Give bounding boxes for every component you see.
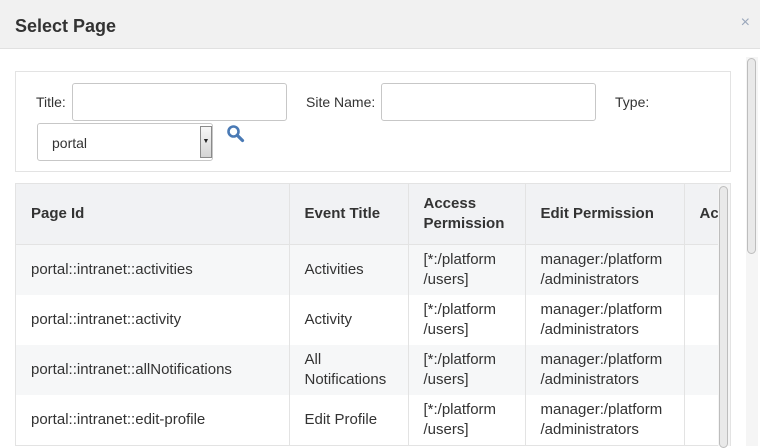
dialog-scrollbar-thumb[interactable] xyxy=(747,58,756,254)
cell-event-title: Activity xyxy=(289,295,409,345)
type-select[interactable]: portal ▼ xyxy=(37,123,213,161)
type-label: Type: xyxy=(615,94,650,110)
table-row[interactable]: portal::intranet::activity Activity [*:/… xyxy=(16,295,730,345)
close-icon[interactable]: × xyxy=(741,14,750,32)
type-select-value: portal xyxy=(52,135,88,151)
cell-page-id: portal::intranet::allNotifications xyxy=(16,345,290,395)
site-name-label: Site Name: xyxy=(306,94,376,110)
column-header-edit-permission[interactable]: Edit Permission xyxy=(525,184,685,245)
dialog-header: Select Page × xyxy=(0,0,760,49)
cell-access-permission: [*:/platform /users] xyxy=(408,244,526,295)
cell-page-id: portal::intranet::activities xyxy=(16,244,290,295)
site-name-input[interactable] xyxy=(381,83,596,121)
pages-table: Page Id Event Title Access Permission Ed… xyxy=(15,183,731,446)
cell-edit-permission: manager:/platform /administrators xyxy=(525,395,685,445)
dropdown-arrow-icon[interactable]: ▼ xyxy=(200,126,212,158)
cell-edit-permission: manager:/platform /administrators xyxy=(525,244,685,295)
column-header-page-id[interactable]: Page Id xyxy=(16,184,290,245)
search-form: Title: Site Name: Type: portal ▼ xyxy=(15,71,731,172)
cell-access-permission: [*:/platform /users] xyxy=(408,295,526,345)
title-label: Title: xyxy=(36,94,66,110)
table-scrollbar-thumb[interactable] xyxy=(719,186,728,448)
table-row[interactable]: portal::intranet::activities Activities … xyxy=(16,244,730,295)
cell-page-id: portal::intranet::edit-profile xyxy=(16,395,290,445)
table-row[interactable]: portal::intranet::allNotifications All N… xyxy=(16,345,730,395)
column-header-event-title[interactable]: Event Title xyxy=(289,184,409,245)
table-header-row: Page Id Event Title Access Permission Ed… xyxy=(16,184,730,245)
cell-page-id: portal::intranet::activity xyxy=(16,295,290,345)
dialog-scrollbar[interactable] xyxy=(746,57,758,446)
table-scrollbar[interactable] xyxy=(718,185,730,448)
cell-event-title: Edit Profile xyxy=(289,395,409,445)
dialog-title: Select Page xyxy=(15,16,117,36)
cell-access-permission: [*:/platform /users] xyxy=(408,395,526,445)
cell-event-title: Activities xyxy=(289,244,409,295)
search-icon[interactable] xyxy=(226,124,246,144)
cell-edit-permission: manager:/platform /administrators xyxy=(525,295,685,345)
cell-event-title: All Notifications xyxy=(289,345,409,395)
table-row[interactable]: portal::intranet::edit-profile Edit Prof… xyxy=(16,395,730,445)
column-header-access-permission[interactable]: Access Permission xyxy=(408,184,526,245)
title-input[interactable] xyxy=(72,83,287,121)
cell-edit-permission: manager:/platform /administrators xyxy=(525,345,685,395)
cell-access-permission: [*:/platform /users] xyxy=(408,345,526,395)
